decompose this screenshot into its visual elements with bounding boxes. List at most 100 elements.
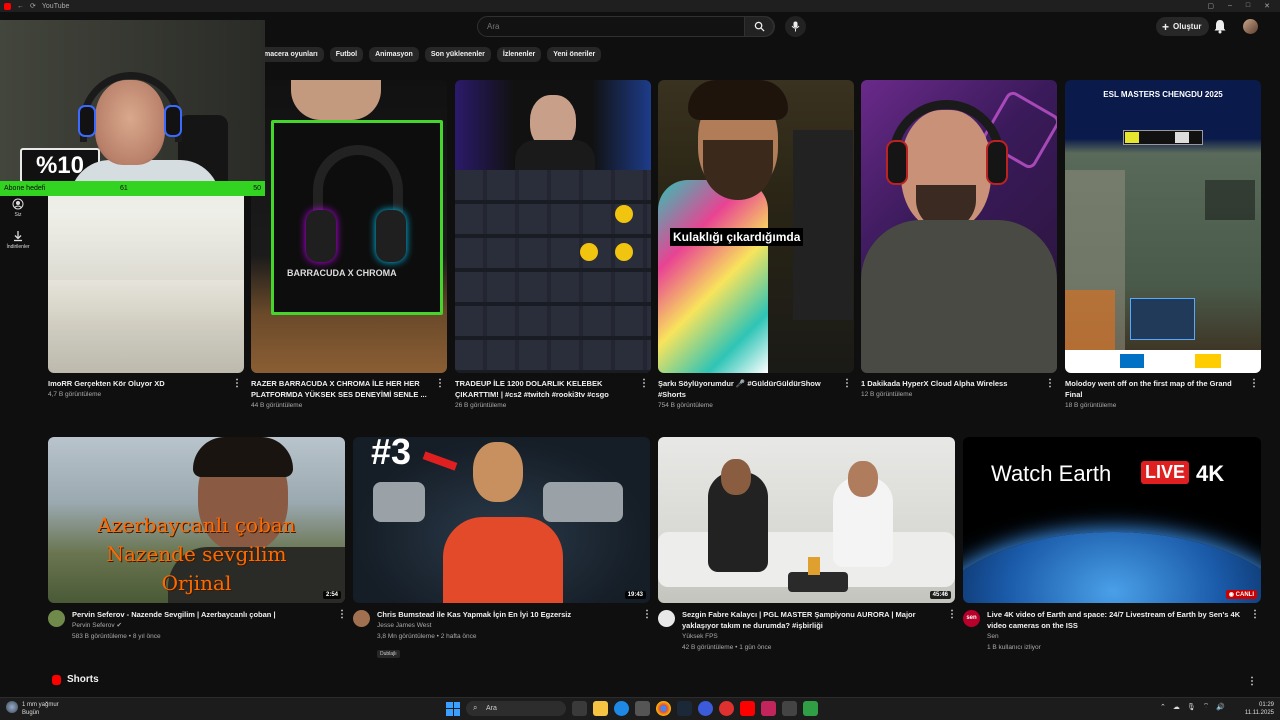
live-badge: ◉ CANLI: [1225, 590, 1257, 599]
channel-name[interactable]: Yüksek FPS: [682, 631, 942, 642]
search-button[interactable]: [744, 16, 774, 37]
cloud-icon[interactable]: ☁: [1173, 703, 1180, 711]
volume-icon[interactable]: 🔊: [1216, 703, 1225, 711]
channel-name[interactable]: Sen: [987, 631, 1247, 642]
search-input[interactable]: [478, 22, 736, 31]
video-views: 12 B görüntüleme: [861, 391, 913, 398]
more-options-icon[interactable]: ⋮: [337, 610, 347, 622]
video-card[interactable]: Azerbaycanlı çoban Nazende sevgilim Orji…: [48, 437, 347, 657]
video-card[interactable]: 1 Dakikada HyperX Cloud Alpha Wireless 1…: [861, 80, 1057, 416]
youtube-icon[interactable]: [740, 701, 755, 716]
thumbnail-text: BARRACUDA X CHROMA: [287, 268, 397, 278]
video-title[interactable]: Pervin Seferov - Nazende Sevgilim | Azer…: [72, 609, 332, 620]
video-thumbnail[interactable]: Kulaklığı çıkardığımda: [658, 80, 854, 373]
channel-avatar[interactable]: [48, 610, 65, 627]
video-thumbnail[interactable]: ESL MASTERS CHENGDU 2025: [1065, 80, 1261, 373]
more-options-icon[interactable]: ⋮: [642, 610, 652, 622]
chip-1[interactable]: Futbol: [329, 47, 364, 62]
video-thumbnail[interactable]: 45:46: [658, 437, 955, 603]
video-title[interactable]: RAZER BARRACUDA X CHROMA İLE HER HER PLA…: [251, 378, 431, 400]
weather-text: 1 mm yağmur: [22, 702, 59, 708]
channel-name[interactable]: Jesse James West: [377, 620, 637, 631]
notifications-bell-icon[interactable]: [1213, 19, 1227, 34]
app-icon[interactable]: [698, 701, 713, 716]
video-title[interactable]: Şarkı Söylüyorumdur 🎤 #GüldürGüldürShow …: [658, 378, 838, 400]
reload-icon[interactable]: ⟳: [30, 2, 36, 10]
wifi-icon[interactable]: ⌔: [1203, 702, 1210, 711]
taskbar-search[interactable]: ⌕ Ara: [466, 701, 566, 716]
more-options-icon[interactable]: ⋮: [1250, 610, 1260, 622]
file-explorer-icon[interactable]: [593, 701, 608, 716]
video-title[interactable]: Molodoy went off on the first map of the…: [1065, 378, 1245, 400]
video-thumbnail[interactable]: #3 19:43: [353, 437, 650, 603]
download-icon: [14, 231, 22, 242]
store-icon[interactable]: [635, 701, 650, 716]
video-thumbnail[interactable]: Watch Earth LIVE 4K ◉ CANLI: [963, 437, 1261, 603]
video-title[interactable]: ImoRR Gerçekten Kör Oluyor XD: [48, 378, 228, 389]
task-view-icon[interactable]: [572, 701, 587, 716]
sidebar-item-you[interactable]: Siz: [0, 198, 36, 218]
video-card[interactable]: ESL MASTERS CHENGDU 2025 Molodoy went of…: [1065, 80, 1261, 416]
channel-label[interactable]: Pervin Seferov: [72, 622, 115, 629]
media-icon[interactable]: [719, 701, 734, 716]
video-stats: 1 B kullanıcı izliyor: [987, 644, 1041, 651]
channel-name[interactable]: Pervin Seferov ✔: [72, 620, 332, 631]
microphone-icon[interactable]: 🎙: [1187, 703, 1196, 711]
video-title[interactable]: Chris Bumstead ile Kas Yapmak İçin En İy…: [377, 609, 637, 620]
video-meta: Chris Bumstead ile Kas Yapmak İçin En İy…: [377, 609, 637, 660]
close-icon[interactable]: ✕: [1264, 2, 1270, 10]
video-thumbnail[interactable]: [861, 80, 1057, 373]
chrome-icon[interactable]: [656, 701, 671, 716]
video-thumbnail[interactable]: Azerbaycanlı çoban Nazende sevgilim Orji…: [48, 437, 345, 603]
obs-icon[interactable]: [782, 701, 797, 716]
back-icon[interactable]: ←: [17, 3, 24, 10]
chip-5[interactable]: Yeni öneriler: [547, 47, 602, 62]
video-card[interactable]: TRADEUP İLE 1200 DOLARLIK KELEBEK ÇIKART…: [455, 80, 651, 416]
extensions-icon[interactable]: ▢: [1207, 2, 1214, 10]
voice-search-button[interactable]: [785, 16, 806, 37]
app-green-icon[interactable]: [803, 701, 818, 716]
sidebar-item-downloads[interactable]: İndirilenler: [0, 230, 36, 250]
video-title[interactable]: TRADEUP İLE 1200 DOLARLIK KELEBEK ÇIKART…: [455, 378, 635, 400]
chip-2[interactable]: Animasyon: [369, 47, 419, 62]
more-options-icon[interactable]: ⋮: [947, 610, 957, 622]
video-title[interactable]: 1 Dakikada HyperX Cloud Alpha Wireless: [861, 378, 1041, 389]
taskbar-clock[interactable]: 01:29 11.11.2025: [1245, 701, 1274, 717]
video-card[interactable]: BARRACUDA X CHROMA RAZER BARRACUDA X CHR…: [251, 80, 447, 416]
chip-0[interactable]: macera oyunları: [258, 47, 324, 62]
more-options-icon[interactable]: ⋮: [232, 379, 242, 391]
create-button[interactable]: + Oluştur: [1156, 17, 1210, 36]
more-options-icon[interactable]: ⋮: [1247, 677, 1257, 689]
video-card[interactable]: 45:46 Sezgin Fabre Kalaycı | PGL MASTER …: [658, 437, 957, 657]
video-title[interactable]: Live 4K video of Earth and space: 24/7 L…: [987, 609, 1247, 631]
search-box[interactable]: [477, 16, 775, 37]
video-thumbnail[interactable]: [455, 80, 651, 373]
video-meta: TRADEUP İLE 1200 DOLARLIK KELEBEK ÇIKART…: [455, 378, 635, 411]
youtube-favicon-icon: [4, 2, 11, 10]
maximize-icon[interactable]: □: [1246, 2, 1250, 10]
minimize-icon[interactable]: –: [1228, 2, 1232, 10]
more-options-icon[interactable]: ⋮: [435, 379, 445, 391]
more-options-icon[interactable]: ⋮: [842, 379, 852, 391]
plus-icon: +: [1162, 19, 1170, 34]
video-title[interactable]: Sezgin Fabre Kalaycı | PGL MASTER Şampiy…: [682, 609, 942, 631]
channel-avatar[interactable]: [658, 610, 675, 627]
account-avatar[interactable]: [1243, 19, 1258, 34]
video-card[interactable]: Watch Earth LIVE 4K ◉ CANLI sen Live 4K …: [963, 437, 1261, 657]
chip-4[interactable]: İzlenenler: [496, 47, 542, 62]
more-options-icon[interactable]: ⋮: [1249, 379, 1259, 391]
more-options-icon[interactable]: ⋮: [639, 379, 649, 391]
browser-icon[interactable]: [761, 701, 776, 716]
chevron-up-icon[interactable]: ⌃: [1160, 703, 1166, 711]
channel-avatar[interactable]: [353, 610, 370, 627]
video-thumbnail[interactable]: BARRACUDA X CHROMA: [251, 80, 447, 373]
edge-icon[interactable]: [614, 701, 629, 716]
channel-avatar[interactable]: sen: [963, 610, 980, 627]
video-card[interactable]: #3 19:43 Chris Bumstead ile Kas Yapmak İ…: [353, 437, 652, 660]
start-button-icon[interactable]: [446, 701, 460, 716]
weather-widget[interactable]: 1 mm yağmur Bugün: [6, 701, 59, 717]
steam-icon[interactable]: [677, 701, 692, 716]
video-card[interactable]: Kulaklığı çıkardığımda Şarkı Söylüyorumd…: [658, 80, 854, 416]
chip-3[interactable]: Son yüklenenler: [424, 47, 491, 62]
more-options-icon[interactable]: ⋮: [1045, 379, 1055, 391]
